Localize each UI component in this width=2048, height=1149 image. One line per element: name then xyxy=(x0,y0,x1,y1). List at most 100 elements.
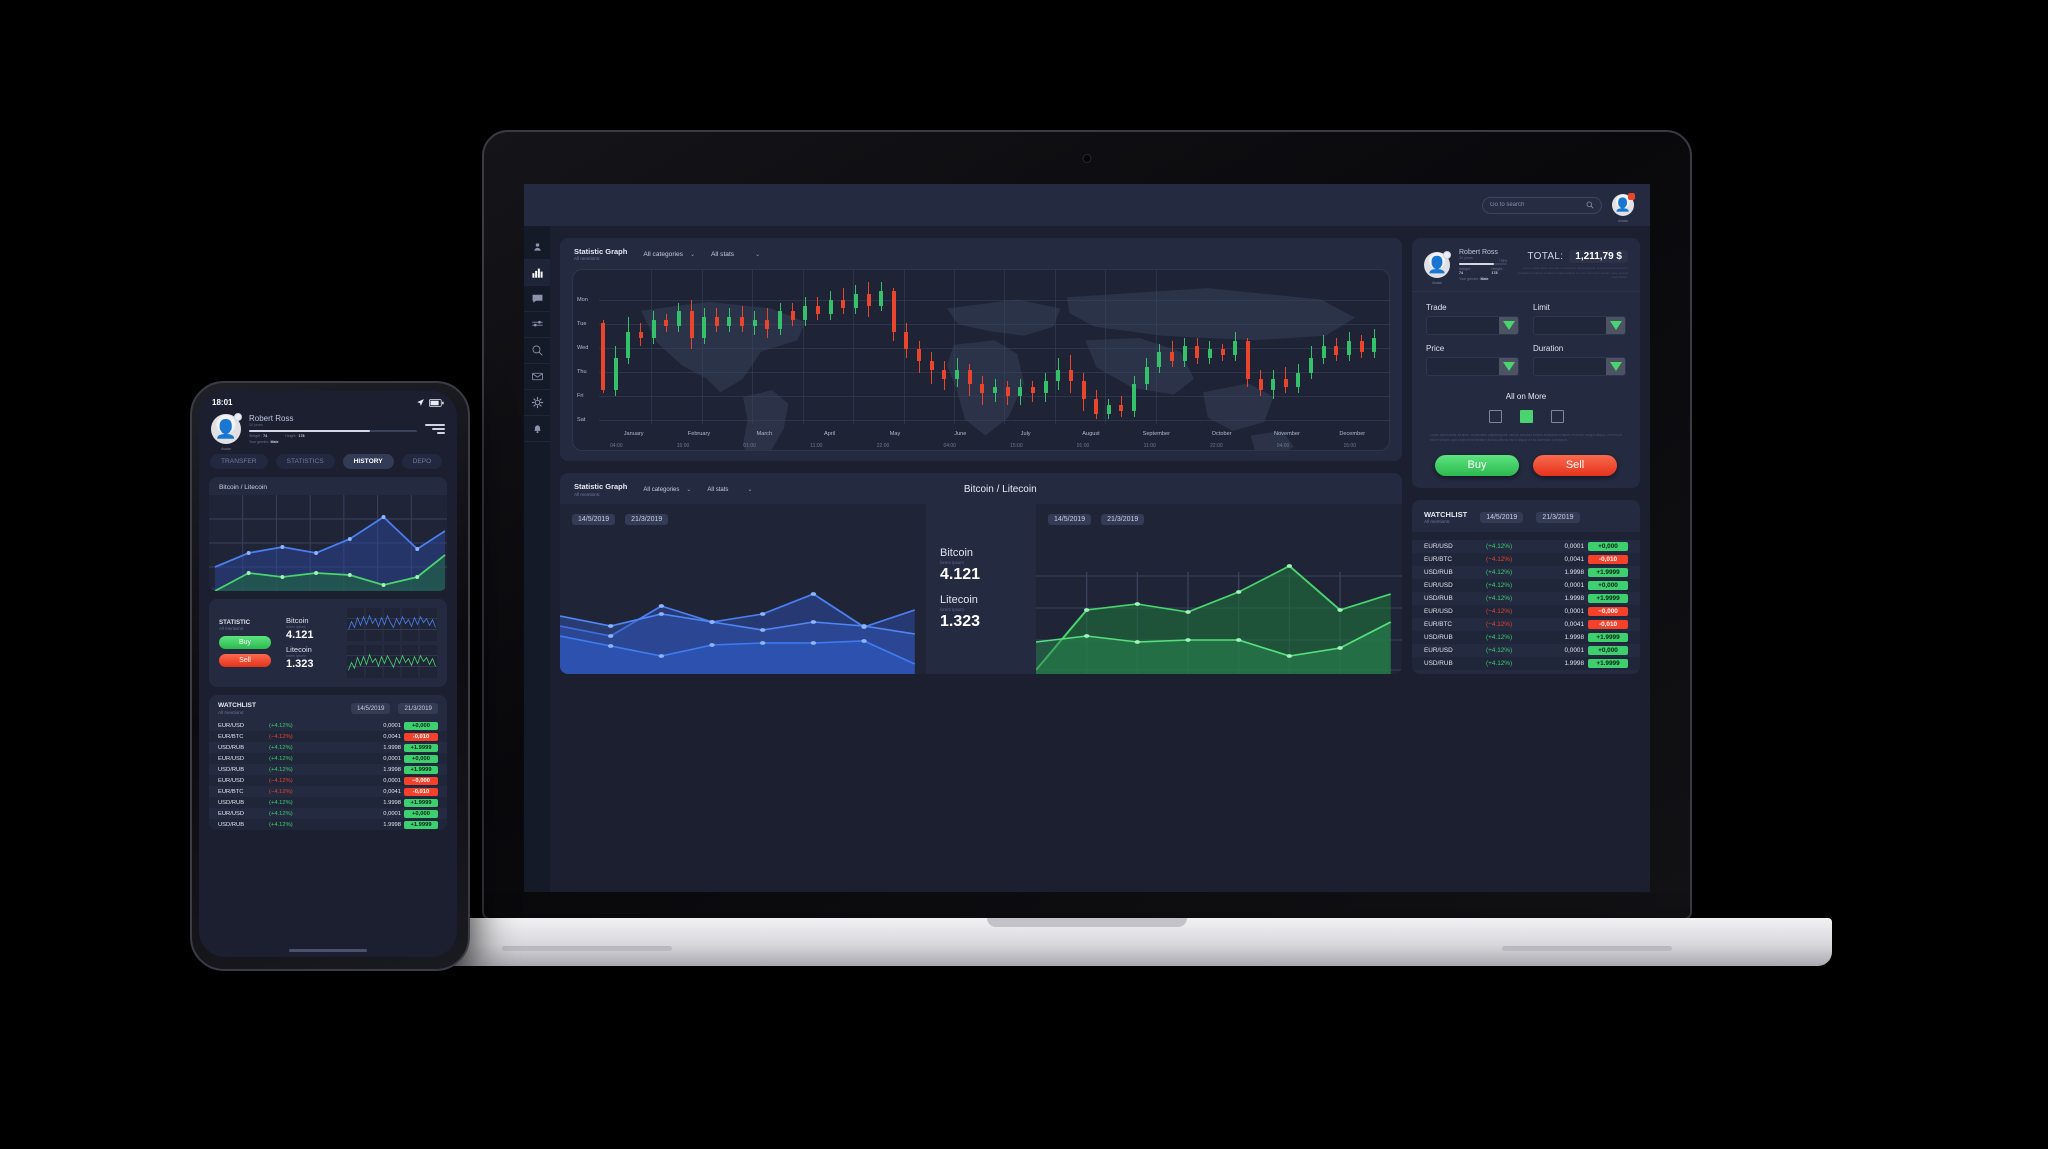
total-line: TOTAL: 1,211,79 $ xyxy=(1516,250,1628,264)
date-to-chip[interactable]: 21/3/2019 xyxy=(625,513,669,525)
sidebar-item-alerts[interactable] xyxy=(524,416,550,442)
table-row[interactable]: USD/RUB (+4.12%) 1.9998 +1.9999 xyxy=(1412,566,1640,579)
checkbox-1[interactable] xyxy=(1488,410,1502,423)
table-row[interactable]: EUR/USD (−4.12%) 0,0001 −0,000 xyxy=(1412,605,1640,619)
profile-stats: Weight : 74 Height : 178 xyxy=(249,434,417,438)
bitcoin-chart[interactable]: 14/5/2019 21/3/2019 xyxy=(560,503,926,674)
table-row[interactable]: EUR/USD (+4.12%) 0,0001 +0,000 xyxy=(1412,579,1640,593)
categories-dropdown-label: All categories xyxy=(643,250,683,258)
tab-transfer[interactable]: TRANSFER xyxy=(210,454,268,469)
date-to-chip[interactable]: 21/3/2019 xyxy=(398,703,438,715)
value-cell: 0,0001 xyxy=(383,810,401,817)
percent-cell: (−4.12%) xyxy=(1486,621,1513,629)
checkbox-2[interactable] xyxy=(1519,410,1533,423)
date-from-chip[interactable]: 14/5/2019 xyxy=(350,703,391,715)
tab-statistics[interactable]: STATISTICS xyxy=(275,454,335,469)
date-to-chip[interactable]: 21/3/2019 xyxy=(1536,511,1580,523)
table-row[interactable]: EUR/USD (+4.12%) 0,0001 +0,000 xyxy=(1412,540,1640,553)
candle-body xyxy=(929,361,934,370)
x-time-label: 04:00 xyxy=(610,443,623,450)
table-row[interactable]: USD/RUB (+4.12%) 1.9998 +1.9999 xyxy=(1412,657,1640,671)
pair-cell: EUR/USD xyxy=(218,777,245,784)
table-row[interactable]: EUR/BTC (−4.12%) 0,0041 -0,010 xyxy=(1412,553,1640,567)
field-value[interactable] xyxy=(1534,358,1606,375)
candle-body xyxy=(1271,378,1276,391)
dropdown-button[interactable] xyxy=(1606,358,1625,375)
dropdown-button[interactable] xyxy=(1499,358,1518,375)
app-content: Statistic Graph All mentions: All catego… xyxy=(550,226,1650,892)
candle-body xyxy=(626,331,631,359)
sell-button[interactable]: Sell xyxy=(1533,454,1617,476)
avatar[interactable]: 👤 Avatar xyxy=(1612,193,1635,223)
sidebar-item-user[interactable] xyxy=(524,234,550,260)
phone-line-chart[interactable] xyxy=(209,495,447,591)
field-value[interactable] xyxy=(1427,358,1499,375)
table-row[interactable]: USD/RUB (+4.12%) 1.9998 +1.9999 xyxy=(209,742,447,753)
date-from-chip[interactable]: 14/5/2019 xyxy=(1048,513,1092,525)
watchlist-divider xyxy=(1412,532,1640,541)
table-row[interactable]: USD/RUB (+4.12%) 1.9998 +1.9999 xyxy=(209,797,447,809)
litecoin-chart[interactable]: 14/5/2019 21/3/2019 xyxy=(1036,503,1402,674)
tab-history[interactable]: HISTORY xyxy=(342,454,394,469)
search-box[interactable] xyxy=(1482,196,1602,214)
menu-icon[interactable] xyxy=(425,424,445,434)
dropdown-button[interactable] xyxy=(1499,317,1518,334)
avatar[interactable]: 👤 Avatar xyxy=(211,413,242,451)
table-row[interactable]: USD/RUB (+4.12%) 1.9998 +1.9999 xyxy=(209,819,447,831)
candlestick-chart[interactable]: Mon Tue Wed Thu Fri Sat January February March A… xyxy=(572,269,1390,452)
table-row[interactable]: EUR/USD (+4.12%) 0,0001 +0,000 xyxy=(209,720,447,731)
sidebar-item-settings[interactable] xyxy=(524,390,550,416)
x-tick-label: July xyxy=(1020,431,1031,438)
sell-button[interactable]: Sell xyxy=(219,654,271,667)
table-row[interactable]: EUR/BTC (−4.12%) 0,0041 -0,010 xyxy=(209,731,447,743)
sidebar-item-search[interactable] xyxy=(524,338,550,364)
dropdown-button[interactable] xyxy=(1606,317,1625,334)
table-row[interactable]: EUR/USD (−4.12%) 0,0001 −0,000 xyxy=(209,775,447,787)
value-cell: 1.9998 xyxy=(1564,569,1584,577)
candle-body xyxy=(1296,372,1301,388)
phone-tabs: TRANSFER STATISTICS HISTORY DEPO xyxy=(199,451,457,477)
table-row[interactable]: EUR/BTC (−4.12%) 0,0041 -0,010 xyxy=(1412,618,1640,631)
menu-bar xyxy=(437,432,445,434)
field-select[interactable] xyxy=(1533,357,1626,376)
table-row[interactable]: EUR/USD (+4.12%) 0,0001 +0,000 xyxy=(1412,644,1640,657)
search-input[interactable] xyxy=(1490,202,1580,208)
field-select[interactable] xyxy=(1426,316,1519,335)
table-row[interactable]: USD/RUB (+4.12%) 1.9998 +1.9999 xyxy=(209,764,447,775)
sidebar-item-messages[interactable] xyxy=(524,286,550,312)
table-row[interactable]: EUR/BTC (−4.12%) 0,0041 -0,010 xyxy=(209,786,447,797)
y-tick-label: Wed xyxy=(577,345,589,352)
checkbox-3[interactable] xyxy=(1550,410,1564,423)
sidebar-item-statistics[interactable] xyxy=(524,260,550,286)
buy-button[interactable]: Buy xyxy=(1435,454,1519,476)
phone-profile-info: Robert Ross 30 years Weight : 74 Height … xyxy=(249,414,417,444)
chevron-down-icon: ⌄ xyxy=(755,251,761,258)
categories-dropdown[interactable]: All categories ⌄ xyxy=(643,251,695,258)
sidebar-item-filters[interactable] xyxy=(524,312,550,338)
x-tick-label: April xyxy=(824,431,836,438)
table-row[interactable]: EUR/USD (+4.12%) 0,0001 +0,000 xyxy=(209,808,447,819)
field-value[interactable] xyxy=(1534,317,1606,334)
sidebar-item-mail[interactable] xyxy=(524,364,550,390)
webcam-icon xyxy=(1082,154,1092,163)
table-row[interactable]: USD/RUB (+4.12%) 1.9998 +1.9999 xyxy=(1412,592,1640,605)
table-row[interactable]: USD/RUB (+4.12%) 1.9998 +1.9999 xyxy=(1412,631,1640,645)
field-value[interactable] xyxy=(1427,317,1499,334)
percent-cell: (+4.12%) xyxy=(269,766,293,773)
left-column: Statistic Graph All mentions: All catego… xyxy=(560,238,1402,882)
profile-name: Robert Ross xyxy=(1459,249,1498,256)
field-select[interactable] xyxy=(1426,357,1519,376)
date-from-chip[interactable]: 14/5/2019 xyxy=(1480,511,1524,523)
date-to-chip[interactable]: 21/3/2019 xyxy=(1101,513,1145,525)
stats-dropdown[interactable]: All stats ⌄ xyxy=(711,251,760,258)
buy-button[interactable]: Buy xyxy=(219,636,271,649)
litecoin-date-chips: 14/5/2019 21/3/2019 xyxy=(1048,513,1145,525)
table-row[interactable]: EUR/USD (+4.12%) 0,0001 +0,000 xyxy=(209,753,447,765)
total-note: Lorem ipsum dolor sit amet, consectetur … xyxy=(1517,266,1628,280)
date-from-chip[interactable]: 14/5/2019 xyxy=(572,513,616,525)
tab-depo[interactable]: DEPO xyxy=(401,454,443,469)
status-badge: +0,000 xyxy=(1588,581,1628,591)
field-select[interactable] xyxy=(1533,316,1626,335)
litecoin-sparkline xyxy=(347,645,437,678)
avatar[interactable]: 👤 Avatar xyxy=(1424,251,1451,285)
